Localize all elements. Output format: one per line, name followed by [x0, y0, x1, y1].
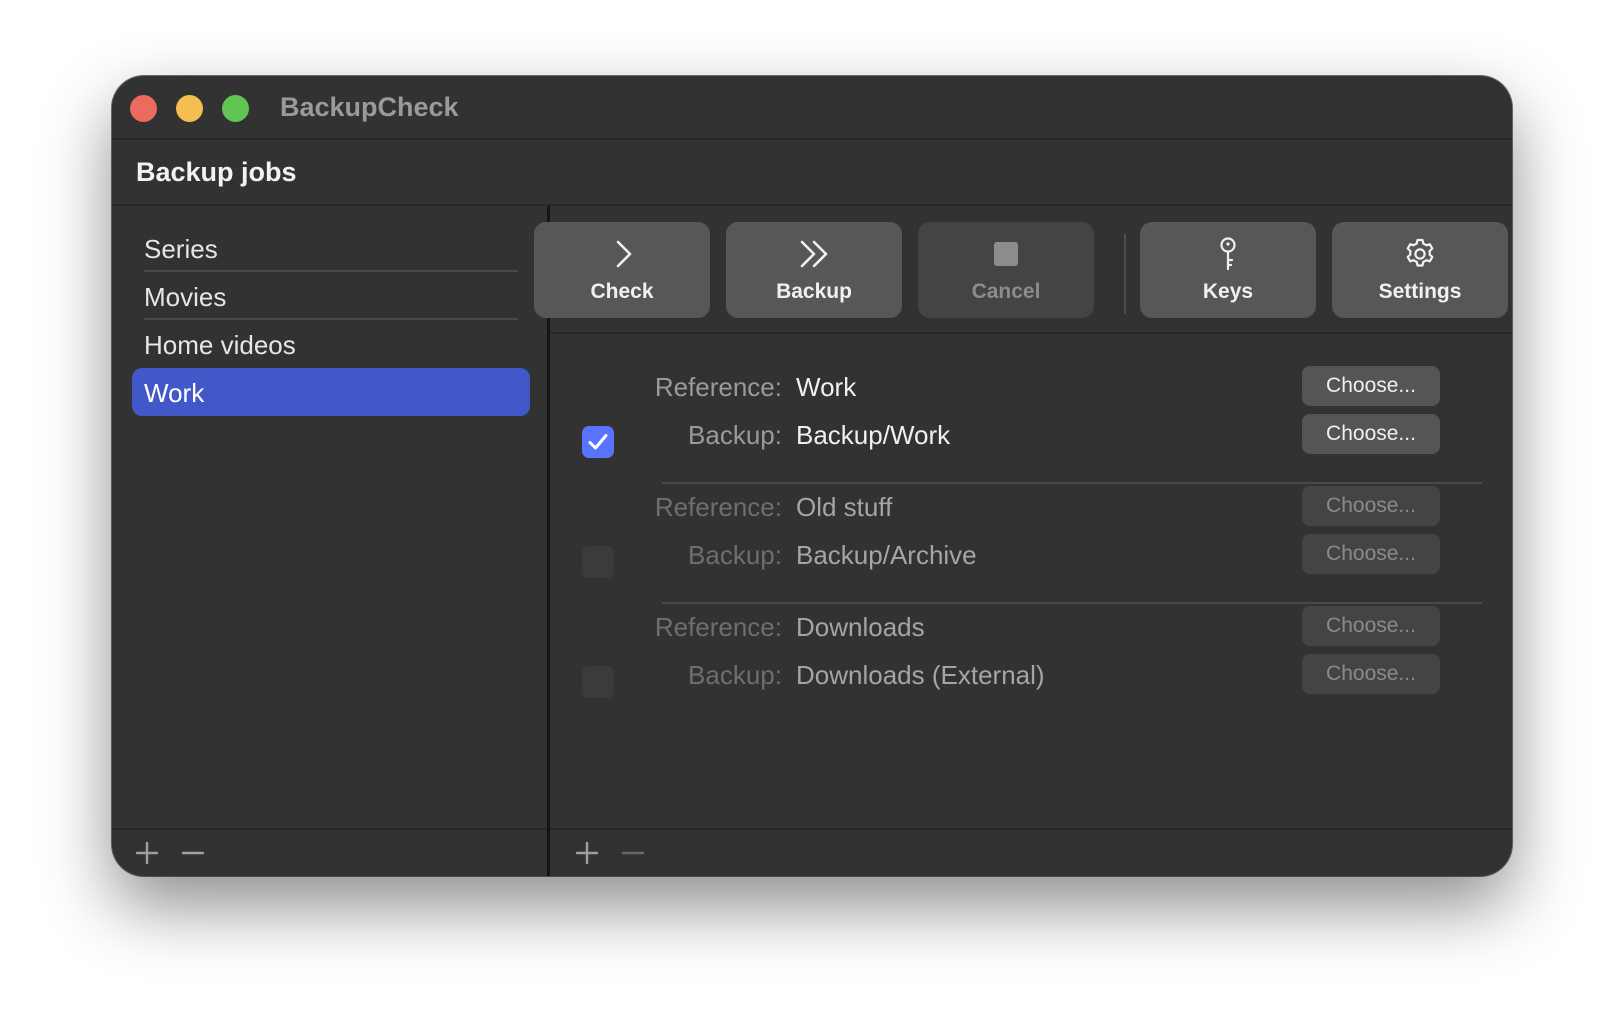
- backup-path: Downloads (External): [796, 660, 1045, 690]
- choose-backup-button[interactable]: Choose...: [1302, 534, 1440, 574]
- reference-path: Work: [796, 372, 857, 402]
- reference-row: Reference: Old stuff Choose...: [550, 486, 1512, 526]
- sidebar-item-series[interactable]: Series: [132, 224, 530, 272]
- close-window-button[interactable]: [130, 95, 157, 122]
- app-window: BackupCheck Backup jobs Series Movies Ho…: [112, 76, 1512, 876]
- key-icon: [1140, 236, 1316, 272]
- double-chevron-right-icon: [726, 236, 902, 272]
- pairs-bottom-bar: [550, 828, 1512, 876]
- reference-row: Reference: Work Choose...: [550, 366, 1512, 406]
- keys-button[interactable]: Keys: [1140, 222, 1316, 318]
- sidebar-item-movies[interactable]: Movies: [132, 272, 530, 320]
- plus-icon: [575, 841, 599, 865]
- sidebar-item-work[interactable]: Work: [132, 368, 530, 416]
- remove-pair-button[interactable]: [616, 836, 650, 870]
- backup-button[interactable]: Backup: [726, 222, 902, 318]
- sidebar-bottom-bar: [112, 828, 547, 876]
- minus-icon: [181, 851, 205, 855]
- folder-pair: Reference: Old stuff Choose... Backup: B…: [550, 484, 1512, 604]
- backup-job-list: Series Movies Home videos Work: [132, 224, 530, 416]
- add-job-button[interactable]: [130, 836, 164, 870]
- section-header: Backup jobs: [112, 140, 1512, 206]
- backup-path: Backup/Work: [796, 420, 951, 450]
- sidebar-item-label: Home videos: [144, 330, 296, 360]
- backup-label: Backup:: [688, 540, 782, 570]
- keys-button-label: Keys: [1202, 280, 1254, 303]
- job-detail-pane: Check Backup Cancel Keys Settings Refere…: [534, 206, 1512, 876]
- backup-row: Backup: Backup/Work Choose...: [550, 414, 1512, 454]
- backup-label: Backup:: [688, 420, 782, 450]
- reference-label: Reference:: [654, 612, 782, 642]
- check-button[interactable]: Check: [534, 222, 710, 318]
- choose-reference-button[interactable]: Choose...: [1302, 606, 1440, 646]
- choose-backup-button[interactable]: Choose...: [1302, 654, 1440, 694]
- choose-reference-button[interactable]: Choose...: [1302, 486, 1440, 526]
- remove-job-button[interactable]: [176, 836, 210, 870]
- toolbar-separator: [1124, 234, 1126, 314]
- backup-path: Backup/Archive: [796, 540, 977, 570]
- check-button-label: Check: [590, 280, 654, 303]
- settings-button-label: Settings: [1378, 280, 1462, 303]
- backup-label: Backup:: [688, 660, 782, 690]
- choose-reference-button[interactable]: Choose...: [1302, 366, 1440, 406]
- reference-label: Reference:: [654, 492, 782, 522]
- backup-button-label: Backup: [776, 280, 852, 303]
- window-title: BackupCheck: [280, 92, 459, 122]
- cancel-button[interactable]: Cancel: [918, 222, 1094, 318]
- reference-row: Reference: Downloads Choose...: [550, 606, 1512, 646]
- sidebar-item-home-videos[interactable]: Home videos: [132, 320, 530, 368]
- chevron-right-icon: [534, 236, 710, 272]
- reference-path: Old stuff: [796, 492, 893, 522]
- sidebar-item-label: Series: [144, 234, 218, 264]
- toolbar: Check Backup Cancel Keys Settings: [534, 206, 1512, 334]
- sidebar-item-label: Work: [144, 378, 205, 408]
- add-pair-button[interactable]: [570, 836, 604, 870]
- cancel-button-label: Cancel: [971, 280, 1041, 303]
- folder-pair: Reference: Downloads Choose... Backup: D…: [550, 604, 1512, 724]
- stop-icon: [918, 236, 1094, 272]
- choose-backup-button[interactable]: Choose...: [1302, 414, 1440, 454]
- backup-row: Backup: Downloads (External) Choose...: [550, 654, 1512, 694]
- title-bar[interactable]: BackupCheck: [112, 76, 1512, 140]
- plus-icon: [135, 841, 159, 865]
- section-title: Backup jobs: [136, 157, 297, 187]
- gear-icon: [1332, 236, 1508, 272]
- folder-pair: Reference: Work Choose... Backup: Backup…: [550, 364, 1512, 484]
- settings-button[interactable]: Settings: [1332, 222, 1508, 318]
- minus-icon: [621, 851, 645, 855]
- reference-path: Downloads: [796, 612, 925, 642]
- minimize-window-button[interactable]: [176, 95, 203, 122]
- backup-row: Backup: Backup/Archive Choose...: [550, 534, 1512, 574]
- sidebar-item-label: Movies: [144, 282, 227, 312]
- reference-label: Reference:: [654, 372, 782, 402]
- sidebar: Series Movies Home videos Work: [112, 206, 550, 876]
- zoom-window-button[interactable]: [222, 95, 249, 122]
